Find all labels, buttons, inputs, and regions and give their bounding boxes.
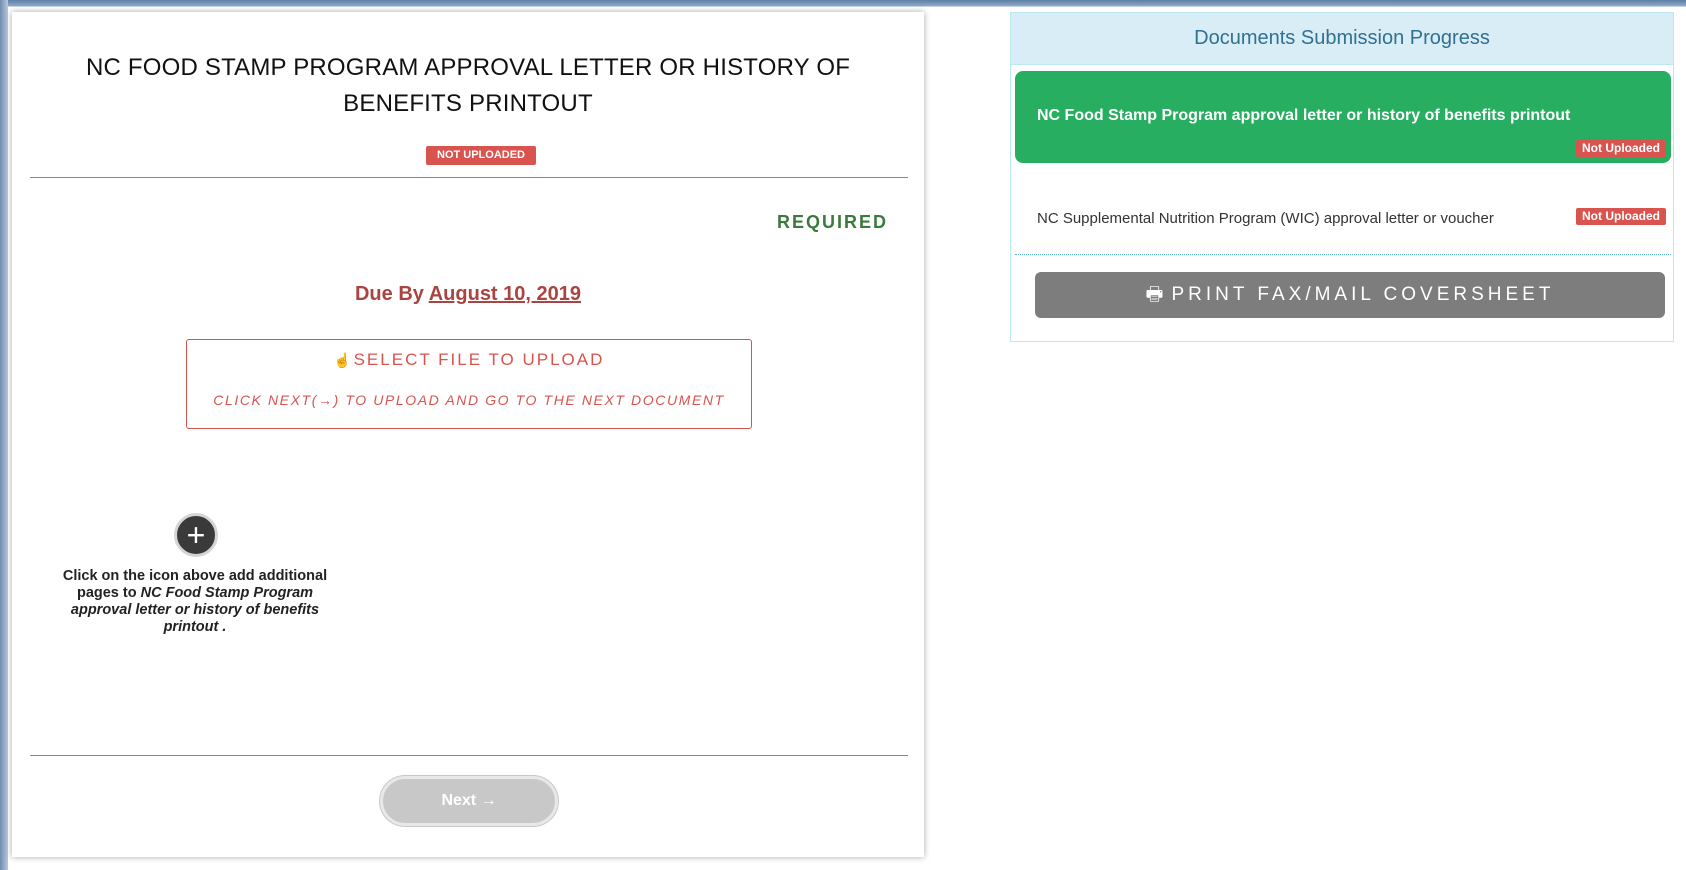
status-badge: NOT UPLOADED xyxy=(426,146,536,165)
select-file-label: SELECT FILE TO UPLOAD xyxy=(353,350,605,369)
progress-panel-header: Documents Submission Progress xyxy=(1011,13,1673,65)
print-coversheet-label: PRINT FAX/MAIL COVERSHEET xyxy=(1171,284,1555,305)
progress-item[interactable]: NC Food Stamp Program approval letter or… xyxy=(1015,71,1671,163)
due-date: August 10, 2019 xyxy=(428,283,582,305)
add-pages-caption: Click on the icon above add additional p… xyxy=(60,568,330,636)
next-button[interactable]: Next → xyxy=(380,776,558,826)
add-page-button[interactable]: + xyxy=(174,513,218,557)
select-file-upload-box[interactable]: ☝SELECT FILE TO UPLOAD CLICK NEXT(→) TO … xyxy=(186,339,752,429)
upload-hint: CLICK NEXT(→) TO UPLOAD AND GO TO THE NE… xyxy=(213,392,725,408)
document-card: NC FOOD STAMP PROGRAM APPROVAL LETTER OR… xyxy=(12,12,924,857)
window-edge xyxy=(0,0,8,870)
hand-pointer-icon: ☝ xyxy=(333,352,354,368)
progress-item-status-badge: Not Uploaded xyxy=(1576,208,1666,225)
required-label: REQUIRED xyxy=(776,212,888,232)
document-title: NC FOOD STAMP PROGRAM APPROVAL LETTER OR… xyxy=(85,54,851,117)
documents-progress-panel: Documents Submission Progress NC Food St… xyxy=(1010,12,1674,342)
due-date-line: Due By August 10, 2019 xyxy=(12,283,924,306)
divider xyxy=(30,755,908,756)
progress-item-status-badge: Not Uploaded xyxy=(1576,140,1666,157)
plus-icon: + xyxy=(186,517,206,553)
progress-item-label: NC Food Stamp Program approval letter or… xyxy=(1037,107,1571,124)
divider xyxy=(30,177,908,178)
due-prefix: Due By xyxy=(354,283,424,305)
progress-item-label: NC Supplemental Nutrition Program (WIC) … xyxy=(1037,210,1494,227)
progress-item[interactable]: NC Supplemental Nutrition Program (WIC) … xyxy=(1015,175,1671,255)
printer-icon: 🖶 xyxy=(1145,284,1164,305)
print-coversheet-button[interactable]: 🖶 PRINT FAX/MAIL COVERSHEET xyxy=(1035,272,1665,318)
add-caption-suffix: . xyxy=(222,619,227,635)
select-file-button[interactable]: ☝SELECT FILE TO UPLOAD xyxy=(187,350,751,370)
